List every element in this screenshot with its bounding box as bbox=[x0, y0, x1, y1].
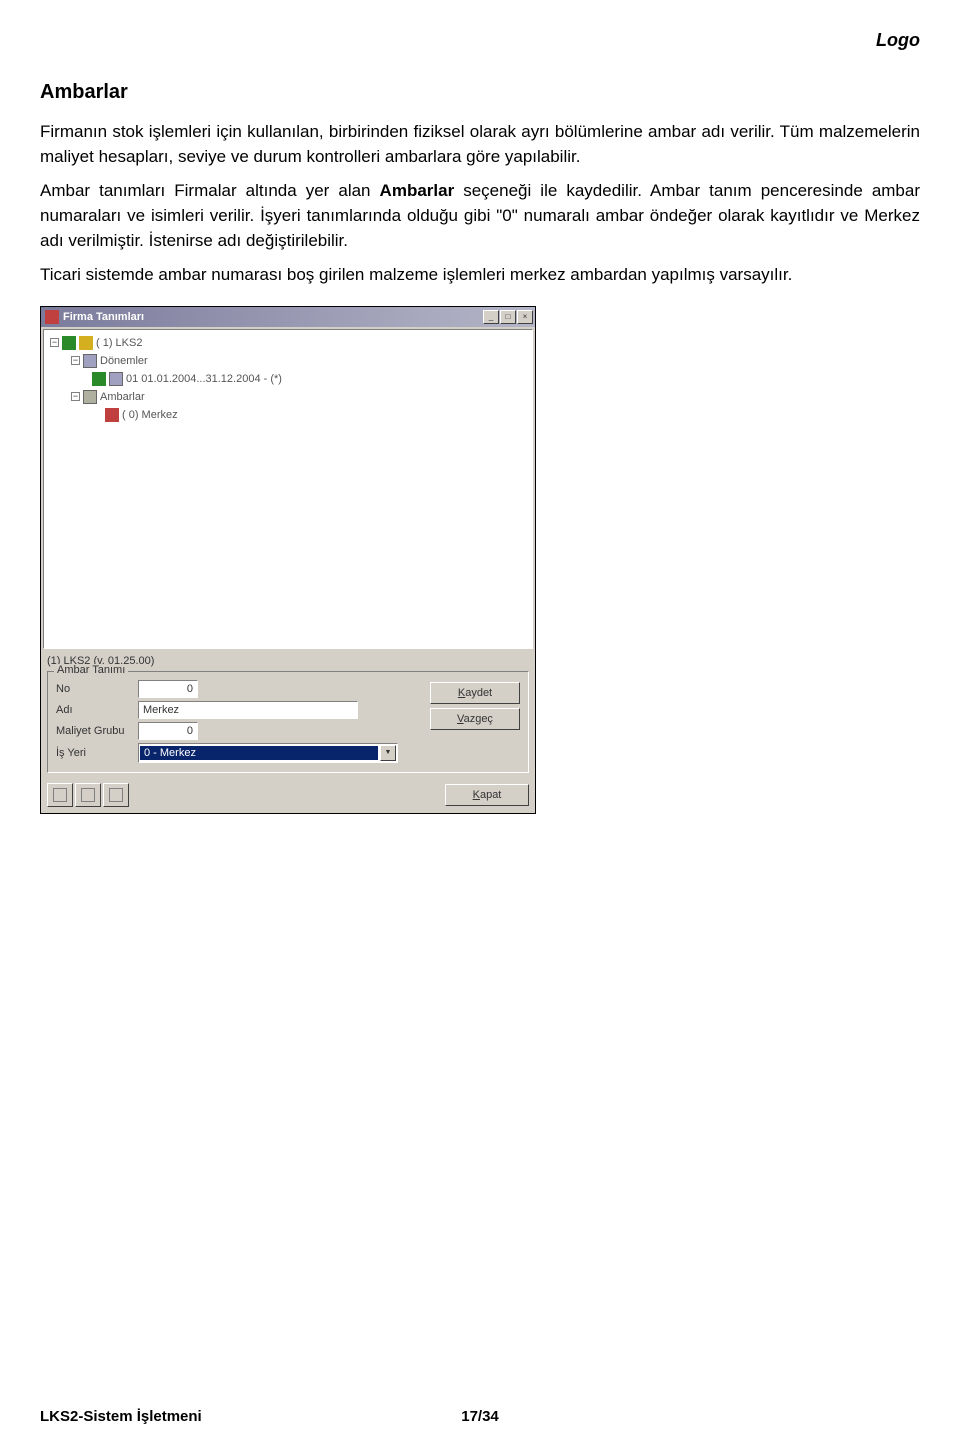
tree-ambarlar-label[interactable]: Ambarlar bbox=[100, 391, 145, 403]
p2-pre: Ambar tanımları Firmalar altında yer ala… bbox=[40, 181, 380, 200]
truck-icon bbox=[105, 408, 119, 422]
isyeri-label: İş Yeri bbox=[56, 747, 132, 759]
tree-donem-item[interactable]: 01 01.01.2004...31.12.2004 - (*) bbox=[126, 373, 282, 385]
paragraph-1: Firmanın stok işlemleri için kullanılan,… bbox=[40, 120, 920, 169]
expand-ambarlar-icon[interactable]: − bbox=[71, 392, 80, 401]
calendar-item-icon bbox=[109, 372, 123, 386]
open-icon bbox=[81, 788, 95, 802]
maximize-button[interactable]: □ bbox=[500, 310, 516, 324]
close-button[interactable]: × bbox=[517, 310, 533, 324]
ambar-form-fieldset: Ambar Tanımı No 0 Adı Merkez Maliyet Gru… bbox=[47, 671, 529, 773]
maliyet-label: Maliyet Grubu bbox=[56, 725, 132, 737]
plus-icon bbox=[62, 336, 76, 350]
header-logo: Logo bbox=[40, 30, 920, 51]
app-icon bbox=[45, 310, 59, 324]
kapat-rest: apat bbox=[480, 789, 501, 801]
kaydet-button[interactable]: Kaydet bbox=[430, 682, 520, 704]
tool-button-1[interactable] bbox=[47, 783, 73, 807]
app-window: Firma Tanımları _ □ × − ( 1) LKS2 − Döne… bbox=[40, 306, 536, 814]
expand-root-icon[interactable]: − bbox=[50, 338, 59, 347]
no-label: No bbox=[56, 683, 132, 695]
paragraph-2: Ambar tanımları Firmalar altında yer ala… bbox=[40, 179, 920, 253]
section-title: Ambarlar bbox=[40, 81, 920, 104]
save-icon bbox=[109, 788, 123, 802]
tool-button-3[interactable] bbox=[103, 783, 129, 807]
kaydet-rest: aydet bbox=[465, 687, 492, 699]
tree-ambar-item[interactable]: ( 0) Merkez bbox=[122, 409, 178, 421]
bottom-toolbar: Kapat bbox=[41, 779, 535, 813]
chevron-down-icon[interactable]: ▼ bbox=[380, 745, 396, 761]
p2-bold: Ambarlar bbox=[380, 181, 455, 200]
tree-root-label[interactable]: ( 1) LKS2 bbox=[96, 337, 142, 349]
window-title: Firma Tanımları bbox=[63, 311, 144, 323]
adi-input[interactable]: Merkez bbox=[138, 701, 358, 719]
fieldset-legend: Ambar Tanımı bbox=[54, 664, 128, 676]
page-footer: LKS2-Sistem İşletmeni 17/34 bbox=[40, 1408, 920, 1425]
isyeri-value: 0 - Merkez bbox=[140, 746, 378, 760]
adi-label: Adı bbox=[56, 704, 132, 716]
kapat-button[interactable]: Kapat bbox=[445, 784, 529, 806]
titlebar: Firma Tanımları _ □ × bbox=[41, 307, 535, 327]
tree-donemler-label[interactable]: Dönemler bbox=[100, 355, 148, 367]
footer-left: LKS2-Sistem İşletmeni bbox=[40, 1408, 202, 1425]
firm-icon bbox=[79, 336, 93, 350]
expand-donemler-icon[interactable]: − bbox=[71, 356, 80, 365]
isyeri-combo[interactable]: 0 - Merkez ▼ bbox=[138, 743, 398, 763]
document-icon bbox=[53, 788, 67, 802]
paragraph-3: Ticari sistemde ambar numarası boş giril… bbox=[40, 263, 920, 288]
vazgec-rest: azgeç bbox=[464, 713, 493, 725]
calendar-icon bbox=[83, 354, 97, 368]
plus-icon bbox=[92, 372, 106, 386]
no-input[interactable]: 0 bbox=[138, 680, 198, 698]
maliyet-input[interactable]: 0 bbox=[138, 722, 198, 740]
tree-view[interactable]: − ( 1) LKS2 − Dönemler 01 01.01.2004...3… bbox=[43, 329, 533, 649]
footer-page: 17/34 bbox=[461, 1408, 499, 1425]
minimize-button[interactable]: _ bbox=[483, 310, 499, 324]
tool-button-2[interactable] bbox=[75, 783, 101, 807]
vazgec-button[interactable]: Vazgeç bbox=[430, 708, 520, 730]
warehouse-icon bbox=[83, 390, 97, 404]
